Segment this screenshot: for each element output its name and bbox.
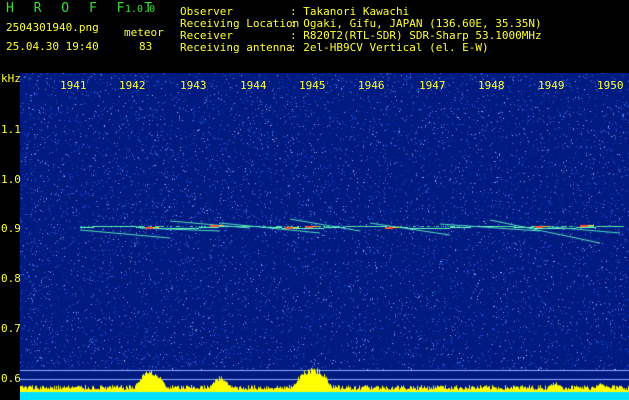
time-tick: 1943 — [180, 79, 207, 92]
freq-tick: 0.7 — [1, 322, 21, 335]
time-tick: 1950 — [597, 79, 624, 92]
antenna-value: : 2el-HB9CV Vertical (el. E-W) — [290, 41, 489, 54]
time-tick: 1942 — [119, 79, 146, 92]
time-tick: 1949 — [538, 79, 565, 92]
time-tick: 1945 — [299, 79, 326, 92]
unit-label: kHz — [1, 72, 21, 85]
freq-tick: 1.0 — [1, 173, 21, 186]
datetime: 25.04.30 19:40 — [6, 40, 99, 53]
freq-tick: 0.8 — [1, 272, 21, 285]
freq-tick: 0.9 — [1, 222, 21, 235]
spectrogram-canvas — [20, 73, 629, 400]
time-tick: 1947 — [419, 79, 446, 92]
time-tick: 1948 — [478, 79, 505, 92]
time-tick: 1941 — [60, 79, 87, 92]
antenna-label: Receiving antenna — [180, 41, 293, 54]
header-panel: H R O F F T 1.0.0 2504301940.png meteor … — [0, 0, 629, 70]
filename: 2504301940.png — [6, 21, 99, 34]
mode-label: meteor — [124, 26, 164, 39]
freq-tick: 1.1 — [1, 123, 21, 136]
freq-tick: 0.6 — [1, 372, 21, 385]
app-version: 1.0.0 — [125, 4, 156, 15]
time-tick: 1946 — [358, 79, 385, 92]
count: 83 — [139, 40, 153, 53]
time-tick: 1944 — [240, 79, 267, 92]
